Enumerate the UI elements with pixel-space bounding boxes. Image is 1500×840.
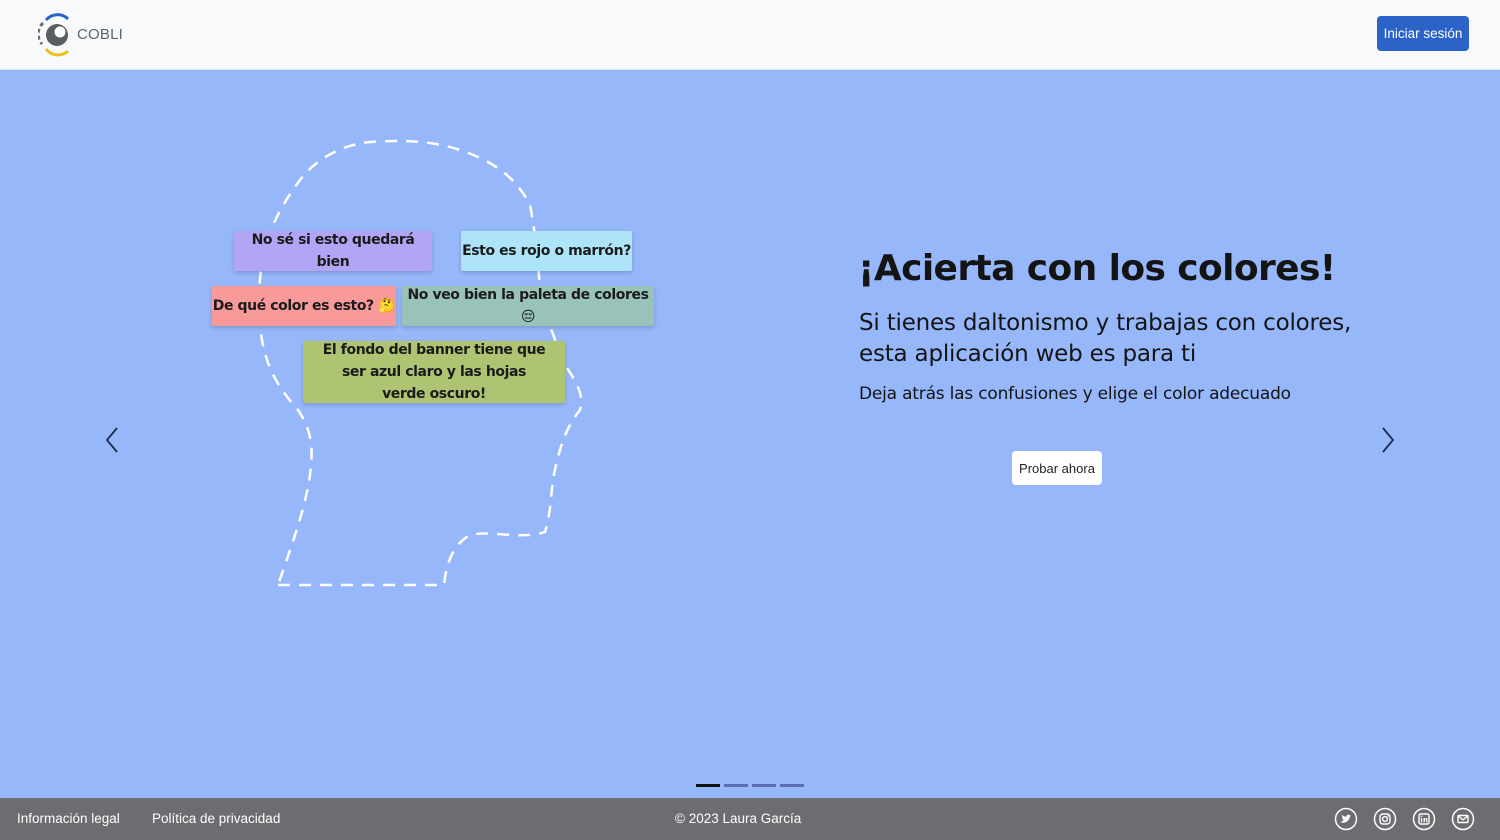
- legal-link[interactable]: Información legal: [17, 811, 120, 826]
- eye-logo-icon: [38, 13, 70, 57]
- carousel-indicators: [696, 784, 804, 787]
- instagram-icon[interactable]: [1373, 807, 1397, 831]
- sticky-note-text: No sé si esto quedará bien: [251, 232, 415, 270]
- sticky-note-text: El fondo del banner tiene que ser azul c…: [322, 342, 546, 402]
- twitter-icon[interactable]: [1334, 807, 1358, 831]
- carousel-indicator[interactable]: [780, 784, 804, 787]
- sticky-note-text: No veo bien la paleta de colores 😔: [407, 287, 649, 325]
- sticky-note: Esto es rojo o marrón?: [461, 231, 632, 271]
- sticky-note: No sé si esto quedará bien: [234, 231, 432, 271]
- brand-logo[interactable]: COBLI: [38, 11, 123, 57]
- brand-name: COBLI: [77, 25, 124, 43]
- sticky-note: El fondo del banner tiene que ser azul c…: [303, 341, 565, 403]
- top-navbar: COBLI Iniciar sesión: [0, 0, 1500, 70]
- hero-subtitle: Si tienes daltonismo y trabajas con colo…: [859, 310, 1352, 367]
- footer: Información legal Política de privacidad…: [0, 798, 1500, 840]
- sticky-note-text: Esto es rojo o marrón?: [462, 243, 631, 259]
- sticky-note-text: De qué color es esto? 🤔: [212, 298, 396, 314]
- sticky-note: De qué color es esto? 🤔: [212, 286, 396, 326]
- try-now-button[interactable]: Probar ahora: [1012, 451, 1102, 485]
- hero-carousel: No sé si esto quedará bien Esto es rojo …: [0, 70, 1500, 798]
- chevron-right-icon[interactable]: [1372, 425, 1402, 455]
- login-button[interactable]: Iniciar sesión: [1377, 16, 1469, 51]
- linkedin-icon[interactable]: [1412, 807, 1436, 831]
- carousel-indicator[interactable]: [724, 784, 748, 787]
- hero-title: ¡Acierta con los colores!: [858, 248, 1336, 289]
- carousel-indicator[interactable]: [696, 784, 720, 787]
- email-icon[interactable]: [1451, 807, 1475, 831]
- hero-description: Deja atrás las confusiones y elige el co…: [859, 384, 1291, 404]
- privacy-link[interactable]: Política de privacidad: [152, 811, 280, 826]
- copyright-text: © 2023 Laura García: [675, 811, 802, 826]
- sticky-note: No veo bien la paleta de colores 😔: [402, 286, 654, 326]
- carousel-indicator[interactable]: [752, 784, 776, 787]
